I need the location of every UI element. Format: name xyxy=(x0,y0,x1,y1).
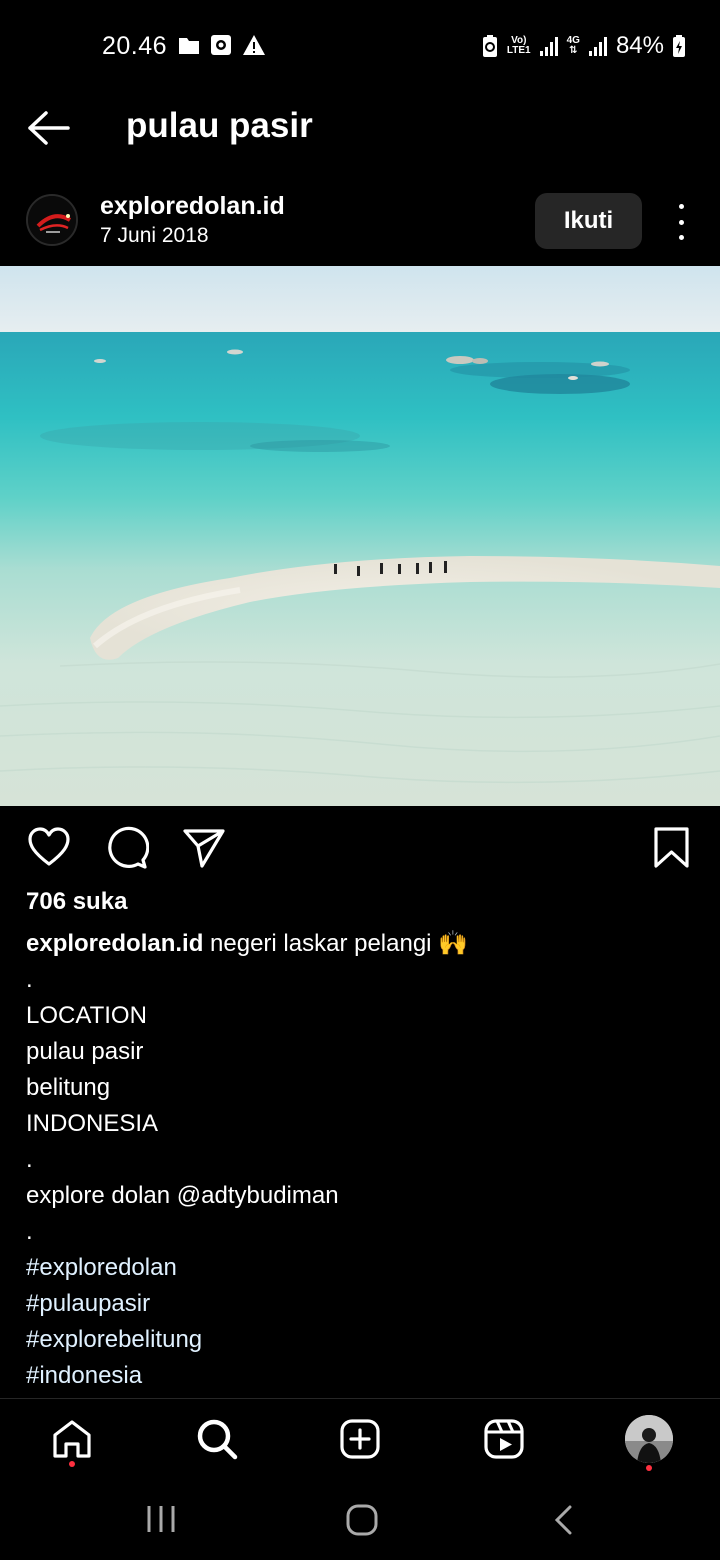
more-options-button[interactable] xyxy=(668,204,694,240)
comment-button[interactable] xyxy=(105,826,150,870)
share-button[interactable] xyxy=(182,826,226,870)
post-date: 7 Juni 2018 xyxy=(100,224,209,247)
search-icon xyxy=(197,1419,238,1460)
battery-charging-icon xyxy=(673,35,685,57)
network-indicator: 4G ⇅ xyxy=(567,36,580,56)
home-notification-dot xyxy=(69,1461,75,1467)
caption-line: explore dolan @adtybudiman xyxy=(26,1182,339,1209)
post-caption: exploredolan.id negeri laskar pelangi 🙌 … xyxy=(26,926,696,1394)
caption-line: . xyxy=(26,1218,33,1245)
lte-label: LTE1 xyxy=(506,45,531,56)
chevron-left-icon xyxy=(554,1505,572,1535)
explore-dolan-logo xyxy=(28,196,76,244)
status-bar: 20.46 Vo) LTE1 4G ⇅ 84% xyxy=(0,0,720,92)
status-notification-icons xyxy=(178,34,266,56)
status-time: 20.46 xyxy=(102,32,168,60)
like-button[interactable] xyxy=(27,826,71,870)
page-title: pulau pasir xyxy=(126,106,313,145)
like-count[interactable]: 706 suka xyxy=(26,888,127,916)
home-icon xyxy=(53,1420,91,1458)
volte-indicator: Vo) LTE1 xyxy=(507,36,531,56)
nav-profile-avatar[interactable] xyxy=(625,1415,673,1463)
caption-line: INDONESIA xyxy=(26,1110,159,1137)
recent-apps-button[interactable] xyxy=(146,1504,176,1539)
author-username[interactable]: exploredolan.id xyxy=(100,192,285,221)
hashtag-link[interactable]: #explorebelitung xyxy=(26,1322,696,1358)
bottom-navigation xyxy=(0,1398,720,1482)
caption-line: . xyxy=(26,966,33,993)
home-system-icon xyxy=(346,1504,378,1536)
follow-button[interactable]: Ikuti xyxy=(535,193,642,249)
back-button[interactable] xyxy=(26,108,72,148)
nav-reels[interactable] xyxy=(482,1417,526,1461)
more-dot-icon xyxy=(678,219,684,225)
nav-search[interactable] xyxy=(195,1417,239,1461)
back-system-button[interactable] xyxy=(552,1504,576,1541)
arrow-left-icon xyxy=(28,111,70,145)
system-navigation-bar xyxy=(0,1482,720,1560)
caption-username[interactable]: exploredolan.id xyxy=(26,930,203,957)
signal-icon-2 xyxy=(588,37,607,56)
battery-percent: 84% xyxy=(615,32,664,59)
status-system-icons: Vo) LTE1 4G ⇅ 84% xyxy=(481,32,686,60)
more-dot-icon xyxy=(678,235,684,240)
heart-icon xyxy=(28,827,70,866)
more-dot-icon xyxy=(678,204,684,209)
data-saver-icon xyxy=(482,35,497,57)
profile-notification-dot xyxy=(646,1465,652,1471)
post-header: exploredolan.id 7 Juni 2018 Ikuti xyxy=(0,186,720,260)
send-icon xyxy=(183,829,225,868)
comment-icon xyxy=(108,826,150,869)
caption-text: negeri laskar pelangi 🙌 xyxy=(203,930,469,957)
nav-home[interactable] xyxy=(50,1417,94,1461)
save-button[interactable] xyxy=(650,826,694,870)
bookmark-icon xyxy=(654,827,689,868)
post-photo[interactable] xyxy=(0,266,720,806)
home-system-button[interactable] xyxy=(346,1504,378,1541)
folder-icon xyxy=(179,38,199,54)
hashtag-link[interactable]: #pulaupasir xyxy=(26,1286,696,1322)
hashtag-link[interactable]: #indonesia xyxy=(26,1358,696,1394)
caption-line: . xyxy=(26,1146,33,1173)
author-avatar[interactable] xyxy=(26,194,78,246)
caption-line: belitung xyxy=(26,1074,111,1101)
caption-first-line: exploredolan.id negeri laskar pelangi 🙌 xyxy=(26,926,696,962)
signal-icon xyxy=(539,37,558,56)
create-icon xyxy=(340,1419,380,1459)
hashtag-link[interactable]: #exploredolan xyxy=(26,1250,696,1286)
page-header: pulau pasir xyxy=(0,92,720,164)
post-actions xyxy=(0,820,720,876)
recent-apps-icon xyxy=(147,1506,175,1532)
caption-line: pulau pasir xyxy=(26,1038,144,1065)
aerial-sandbar-photo xyxy=(0,266,720,806)
data-arrows-icon: ⇅ xyxy=(569,45,578,56)
reels-icon xyxy=(484,1419,524,1459)
profile-photo xyxy=(625,1415,673,1463)
screenshot-icon xyxy=(211,35,231,55)
caption-line: LOCATION xyxy=(26,1002,147,1029)
warning-icon xyxy=(243,35,265,55)
nav-create[interactable] xyxy=(338,1417,382,1461)
